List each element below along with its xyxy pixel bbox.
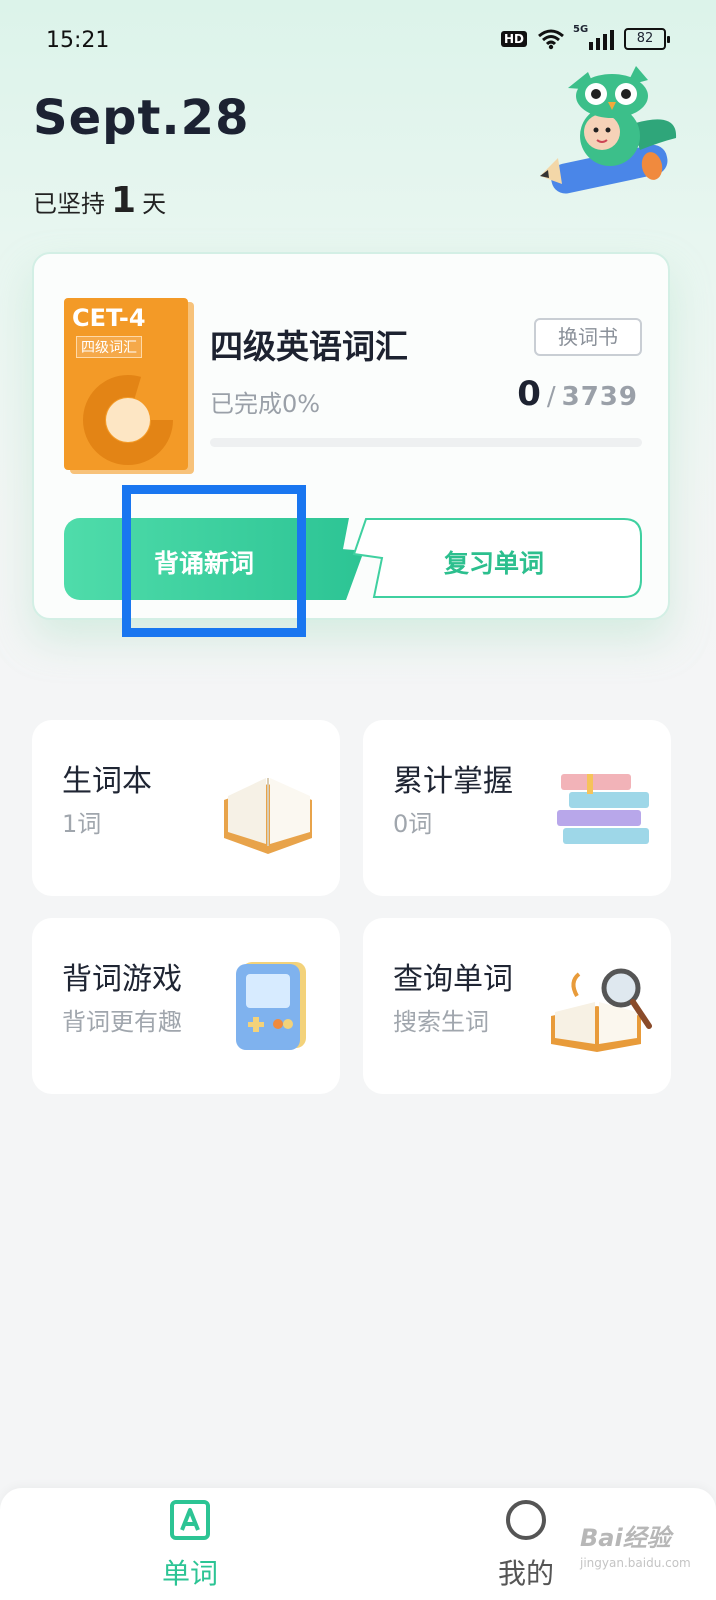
status-time: 15:21: [46, 28, 110, 53]
watermark-url: jingyan.baidu.com: [580, 1556, 691, 1570]
progress-bar: [210, 438, 642, 447]
magnifier-book-icon: [551, 968, 652, 1052]
count-separator: /: [546, 382, 556, 412]
wifi-icon: [538, 29, 564, 50]
total-count: 3739: [561, 382, 638, 412]
tile-title: 背词游戏: [62, 962, 182, 997]
words-tab-icon: [170, 1500, 210, 1540]
nav-tab-words[interactable]: 单词: [130, 1498, 250, 1592]
book-name: 四级英语词汇: [210, 327, 408, 366]
nav-words-label: 单词: [161, 1557, 218, 1590]
highlight-annotation: [122, 485, 306, 637]
cover-subtitle: 四级词汇: [76, 336, 142, 358]
network-type: 5G: [573, 24, 589, 35]
streak-text: 已坚持 1 天: [33, 180, 166, 221]
learned-count: 0: [517, 374, 541, 414]
change-book-button[interactable]: 换词书: [534, 318, 642, 356]
nav-mine-label: 我的: [497, 1557, 554, 1590]
tile-subtitle: 1词: [62, 810, 102, 838]
word-count: 0 / 3739: [517, 374, 638, 414]
tile-subtitle: 搜索生词: [393, 1008, 489, 1036]
battery-icon: 82: [624, 28, 670, 50]
date-title: Sept.28: [33, 90, 250, 146]
streak-suffix: 天: [142, 190, 167, 218]
streak-prefix: 已坚持: [33, 190, 105, 218]
signal-icon: 5G: [573, 24, 614, 50]
tile-title: 查询单词: [393, 962, 513, 997]
book-stack-icon: [557, 774, 649, 844]
hd-badge: HD: [500, 31, 527, 47]
status-icons: HD 5G 82: [500, 24, 670, 50]
book-cover[interactable]: CET-4 四级词汇: [64, 298, 188, 470]
owl-mascot-icon: [540, 66, 677, 194]
vocabulary-notebook-tile[interactable]: 生词本 1词: [32, 720, 340, 896]
lookup-word-tile[interactable]: 查询单词 搜索生词: [363, 918, 671, 1094]
tile-title: 生词本: [62, 764, 152, 799]
tile-subtitle: 背词更有趣: [62, 1008, 182, 1036]
tile-title: 累计掌握: [393, 764, 513, 799]
watermark-logo: Bai经验: [580, 1524, 671, 1552]
review-words-label: 复习单词: [444, 549, 545, 578]
tile-subtitle: 0词: [393, 810, 433, 838]
profile-tab-icon: [506, 1500, 546, 1540]
cover-title: CET-4: [72, 304, 146, 332]
word-game-tile[interactable]: 背词游戏 背词更有趣: [32, 918, 340, 1094]
cover-ring-icon: [83, 375, 173, 465]
mastered-words-tile[interactable]: 累计掌握 0词: [363, 720, 671, 896]
game-console-icon: [236, 962, 306, 1050]
streak-days: 1: [111, 180, 137, 221]
open-book-icon: [224, 778, 312, 854]
nav-tab-mine[interactable]: 我的: [466, 1498, 586, 1592]
completion-text: 已完成0%: [210, 390, 321, 418]
